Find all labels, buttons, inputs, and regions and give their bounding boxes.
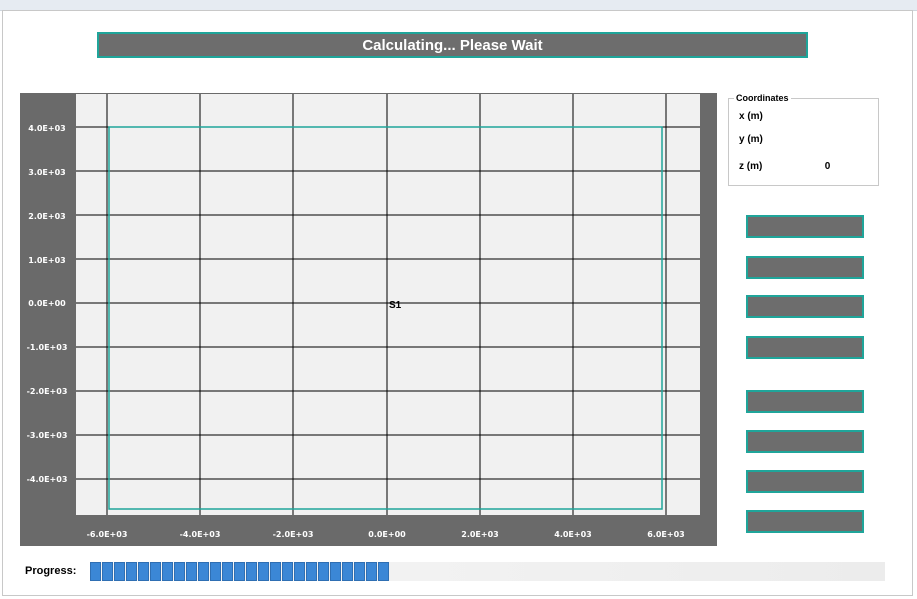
progress-segment [258, 562, 269, 581]
side-action-button-7[interactable] [746, 470, 864, 493]
side-action-button-8[interactable] [746, 510, 864, 533]
progress-segment [354, 562, 365, 581]
progress-segment [102, 562, 113, 581]
progress-fill [90, 562, 389, 581]
x-tick-label: -6.0E+03 [86, 530, 128, 539]
x-coordinate-label: x (m) [739, 111, 763, 122]
side-action-button-5[interactable] [746, 390, 864, 413]
progress-segment [174, 562, 185, 581]
app-window: Calculating... Please Wait S1 4.0E+03 3.… [0, 0, 917, 599]
progress-segment [306, 562, 317, 581]
vertical-grid-lines [106, 94, 667, 515]
x-tick-label: -2.0E+03 [272, 530, 314, 539]
y-tick-label: 1.0E+03 [28, 256, 66, 265]
progress-segment [150, 562, 161, 581]
side-action-button-6[interactable] [746, 430, 864, 453]
progress-segment [162, 562, 173, 581]
y-tick-label: 0.0E+00 [28, 299, 66, 308]
progress-segment [222, 562, 233, 581]
x-tick-label: -4.0E+03 [179, 530, 221, 539]
progress-segment [294, 562, 305, 581]
progress-segment [282, 562, 293, 581]
y-tick-label: -3.0E+03 [26, 431, 68, 440]
progress-segment [330, 562, 341, 581]
source-marker-label: S1 [389, 300, 402, 311]
y-tick-label: 3.0E+03 [28, 168, 66, 177]
coordinates-legend: Coordinates [734, 93, 791, 103]
y-coordinate-label: y (m) [739, 134, 763, 145]
progress-segment [270, 562, 281, 581]
progress-segment [318, 562, 329, 581]
y-tick-label: 2.0E+03 [28, 212, 66, 221]
progress-segment [186, 562, 197, 581]
side-action-button-3[interactable] [746, 295, 864, 318]
progress-segment [126, 562, 137, 581]
status-message: Calculating... Please Wait [362, 36, 543, 54]
status-banner: Calculating... Please Wait [97, 32, 808, 58]
x-tick-label: 2.0E+03 [461, 530, 499, 539]
progress-segment [342, 562, 353, 581]
progress-segment [234, 562, 245, 581]
horizontal-grid-lines [76, 126, 700, 480]
x-tick-label: 4.0E+03 [554, 530, 592, 539]
z-coordinate-label: z (m) [739, 161, 763, 172]
side-action-button-1[interactable] [746, 215, 864, 238]
progress-segment [366, 562, 377, 581]
plot-area[interactable]: S1 [76, 94, 700, 515]
progress-segment [246, 562, 257, 581]
progress-segment [378, 562, 389, 581]
plot-grid: S1 [76, 94, 700, 515]
progress-label: Progress: [25, 565, 77, 577]
progress-segment [210, 562, 221, 581]
y-tick-label: -4.0E+03 [26, 475, 68, 484]
progress-segment [90, 562, 101, 581]
progress-segment [114, 562, 125, 581]
y-tick-label: 4.0E+03 [28, 124, 66, 133]
x-tick-label: 6.0E+03 [647, 530, 685, 539]
domain-boundary [108, 126, 663, 510]
z-coordinate-value: 0 [824, 161, 831, 172]
progress-segment [138, 562, 149, 581]
y-tick-label: -2.0E+03 [26, 387, 68, 396]
side-action-button-4[interactable] [746, 336, 864, 359]
x-tick-label: 0.0E+00 [368, 530, 406, 539]
progress-segment [198, 562, 209, 581]
y-tick-label: -1.0E+03 [26, 343, 68, 352]
side-action-button-2[interactable] [746, 256, 864, 279]
